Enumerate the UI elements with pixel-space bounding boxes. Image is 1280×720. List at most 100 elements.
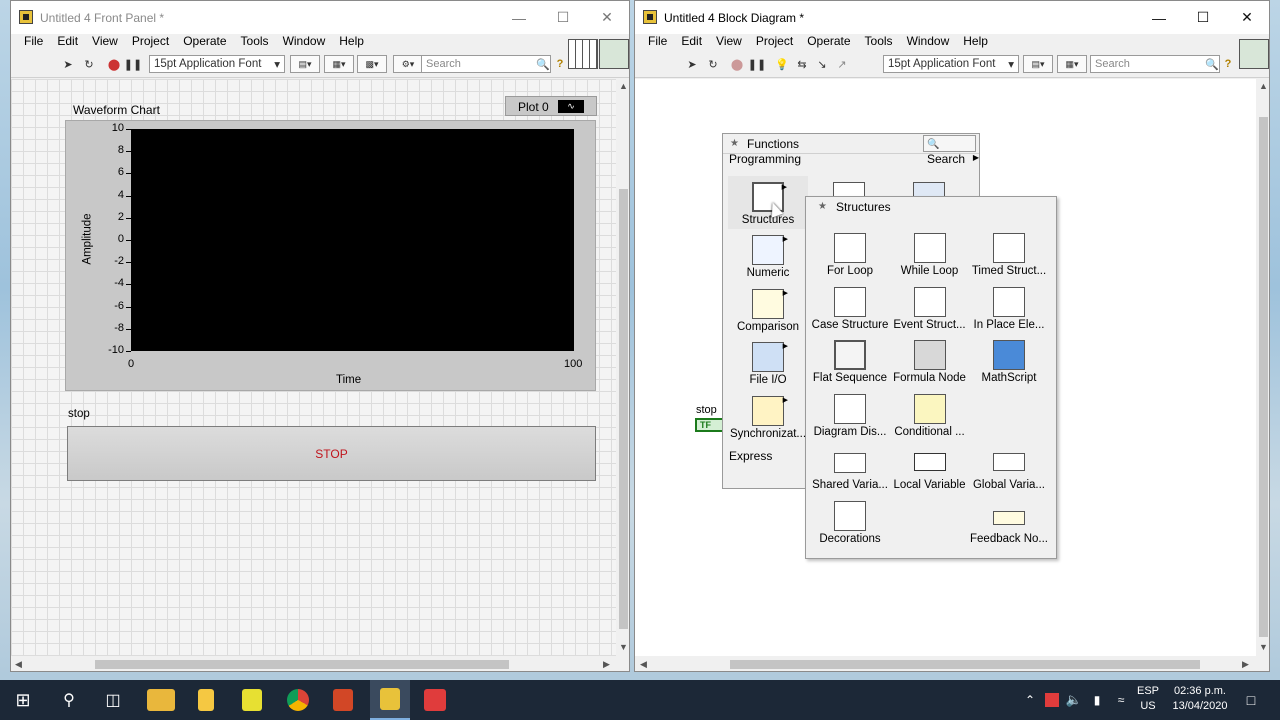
recorder-tray-icon[interactable] xyxy=(1044,680,1060,720)
align-objects-button[interactable]: ▤▾ xyxy=(290,55,320,73)
distribute-objects-button[interactable]: ▦▾ xyxy=(324,55,354,73)
menu-project[interactable]: Project xyxy=(125,34,176,51)
run-continuously-icon[interactable]: ↻ xyxy=(704,55,722,73)
pin-icon[interactable]: ★ xyxy=(818,201,830,213)
menu-project[interactable]: Project xyxy=(749,34,800,51)
pause-icon[interactable]: ❚❚ xyxy=(124,55,142,73)
notes-app-icon[interactable] xyxy=(191,680,221,720)
clock[interactable]: 02:36 p.m. 13/04/2020 xyxy=(1168,684,1232,714)
front-panel-horizontal-scrollbar[interactable]: ◀ ▶ xyxy=(11,657,616,671)
run-arrow-icon[interactable]: ➤ xyxy=(59,55,77,73)
show-hidden-icons[interactable]: ⌃ xyxy=(1022,680,1038,720)
windows-start-icon[interactable]: ⊞ xyxy=(8,680,38,720)
run-continuously-icon[interactable]: ↻ xyxy=(80,55,98,73)
file-explorer-icon[interactable] xyxy=(146,680,176,720)
scroll-right-icon[interactable]: ▶ xyxy=(603,659,610,670)
menu-operate[interactable]: Operate xyxy=(176,34,233,51)
menu-file[interactable]: File xyxy=(641,34,674,51)
palette-item-flat-sequence[interactable]: Flat Sequence xyxy=(810,334,890,387)
horizontal-scroll-thumb[interactable] xyxy=(730,660,1200,669)
stop-terminal[interactable]: TF xyxy=(695,418,725,432)
palette-item-file-io[interactable]: ▶ File I/O xyxy=(728,336,808,389)
run-arrow-icon[interactable]: ➤ xyxy=(683,55,701,73)
waveform-chart[interactable]: Amplitude 10 8 6 4 2 0 -2 -4 -6 -8 -10 0 100 Time xyxy=(65,120,596,391)
front-panel-titlebar[interactable]: Untitled 4 Front Panel * — ☐ ✕ xyxy=(11,1,629,34)
search-icon[interactable]: ⚲ xyxy=(54,680,84,720)
notifications-icon[interactable]: □ xyxy=(1238,680,1264,720)
pin-icon[interactable]: ★ xyxy=(730,138,742,150)
wifi-icon[interactable]: ≈ xyxy=(1112,680,1130,720)
menu-view[interactable]: View xyxy=(85,34,125,51)
close-button[interactable]: ✕ xyxy=(585,1,629,34)
palette-item-mathscript[interactable]: MathScript xyxy=(969,334,1049,387)
scroll-up-icon[interactable]: ▲ xyxy=(1259,81,1268,91)
palette-item-shared-variable[interactable]: Shared Varia... xyxy=(810,441,890,494)
palette-item-conditional-disable[interactable]: Conditional ... xyxy=(890,388,970,441)
structures-palette-header[interactable]: ★ Structures xyxy=(806,197,1056,217)
palette-item-in-place-element[interactable]: In Place Ele... xyxy=(969,281,1049,334)
palette-item-structures[interactable]: ▶ Structures xyxy=(728,176,808,229)
scroll-right-icon[interactable]: ▶ xyxy=(1242,659,1249,670)
screen-recorder-icon[interactable] xyxy=(420,680,450,720)
scroll-left-icon[interactable]: ◀ xyxy=(15,659,22,670)
palette-item-synchronization[interactable]: ▶ Synchronizat... xyxy=(728,390,808,443)
menu-file[interactable]: File xyxy=(17,34,50,51)
vi-icon[interactable] xyxy=(599,39,629,69)
scroll-left-icon[interactable]: ◀ xyxy=(640,659,647,670)
menu-edit[interactable]: Edit xyxy=(674,34,709,51)
search-input[interactable]: Search 🔍 xyxy=(1090,55,1220,73)
abort-icon[interactable]: ⬤ xyxy=(728,55,746,73)
abort-icon[interactable]: ⬤ xyxy=(105,55,123,73)
input-language[interactable]: ESP US xyxy=(1134,684,1162,714)
minimize-button[interactable]: — xyxy=(1137,1,1181,34)
reorder-button[interactable]: ⚙▾ xyxy=(393,55,423,73)
menu-help[interactable]: Help xyxy=(956,34,995,51)
block-diagram-vertical-scrollbar[interactable]: ▲ ▼ xyxy=(1256,79,1269,656)
sticky-app-icon[interactable] xyxy=(237,680,267,720)
vertical-scroll-thumb[interactable] xyxy=(619,189,628,629)
front-panel-canvas[interactable]: Waveform Chart Plot 0 ∿ Amplitude 10 8 6 4 2… xyxy=(11,79,616,656)
menu-tools[interactable]: Tools xyxy=(858,34,900,51)
context-help-icon[interactable]: ? xyxy=(551,55,569,73)
menu-operate[interactable]: Operate xyxy=(800,34,857,51)
palette-item-while-loop[interactable]: While Loop xyxy=(890,227,970,280)
menu-help[interactable]: Help xyxy=(332,34,371,51)
vi-icon[interactable] xyxy=(1239,39,1269,69)
menu-tools[interactable]: Tools xyxy=(234,34,276,51)
step-into-icon[interactable]: ↘ xyxy=(813,55,831,73)
align-objects-button[interactable]: ▤▾ xyxy=(1023,55,1053,73)
palette-item-local-variable[interactable]: Local Variable xyxy=(890,441,970,494)
palette-item-feedback-node[interactable]: Feedback No... xyxy=(969,495,1049,548)
plot-legend[interactable]: Plot 0 ∿ xyxy=(505,96,597,116)
font-selector[interactable]: 15pt Application Font ▾ xyxy=(149,55,285,73)
block-diagram-horizontal-scrollbar[interactable]: ◀ ▶ xyxy=(635,657,1256,671)
functions-search-button[interactable]: 🔍Search xyxy=(923,135,976,166)
palette-item-comparison[interactable]: ▶ Comparison xyxy=(728,283,808,336)
minimize-button[interactable]: — xyxy=(497,1,541,34)
palette-item-global-variable[interactable]: Global Varia... xyxy=(969,441,1049,494)
palette-item-decorations[interactable]: Decorations xyxy=(810,495,890,548)
scroll-down-icon[interactable]: ▼ xyxy=(1259,642,1268,652)
front-panel-vertical-scrollbar[interactable]: ▲ ▼ xyxy=(616,79,629,656)
category-programming[interactable]: Programming ▶ xyxy=(729,152,979,168)
step-out-icon[interactable]: ↗ xyxy=(833,55,851,73)
menu-edit[interactable]: Edit xyxy=(50,34,85,51)
scroll-up-icon[interactable]: ▲ xyxy=(619,81,628,91)
font-selector[interactable]: 15pt Application Font ▾ xyxy=(883,55,1019,73)
resize-objects-button[interactable]: ▩▾ xyxy=(357,55,387,73)
battery-icon[interactable]: ▮ xyxy=(1088,680,1106,720)
close-button[interactable]: ✕ xyxy=(1225,1,1269,34)
task-view-icon[interactable]: ◫ xyxy=(98,680,128,720)
stop-button[interactable]: STOP xyxy=(67,426,596,481)
palette-item-event-structure[interactable]: Event Struct... xyxy=(890,281,970,334)
highlight-execution-icon[interactable]: 💡 xyxy=(773,55,791,73)
menu-window[interactable]: Window xyxy=(276,34,333,51)
maximize-button[interactable]: ☐ xyxy=(541,1,585,34)
plot-area[interactable] xyxy=(131,129,574,351)
palette-item-timed-structure[interactable]: Timed Struct... xyxy=(969,227,1049,280)
menu-window[interactable]: Window xyxy=(900,34,957,51)
palette-item-case-structure[interactable]: Case Structure xyxy=(810,281,890,334)
distribute-objects-button[interactable]: ▦▾ xyxy=(1057,55,1087,73)
search-input[interactable]: Search 🔍 xyxy=(421,55,551,73)
vertical-scroll-thumb[interactable] xyxy=(1259,117,1268,637)
